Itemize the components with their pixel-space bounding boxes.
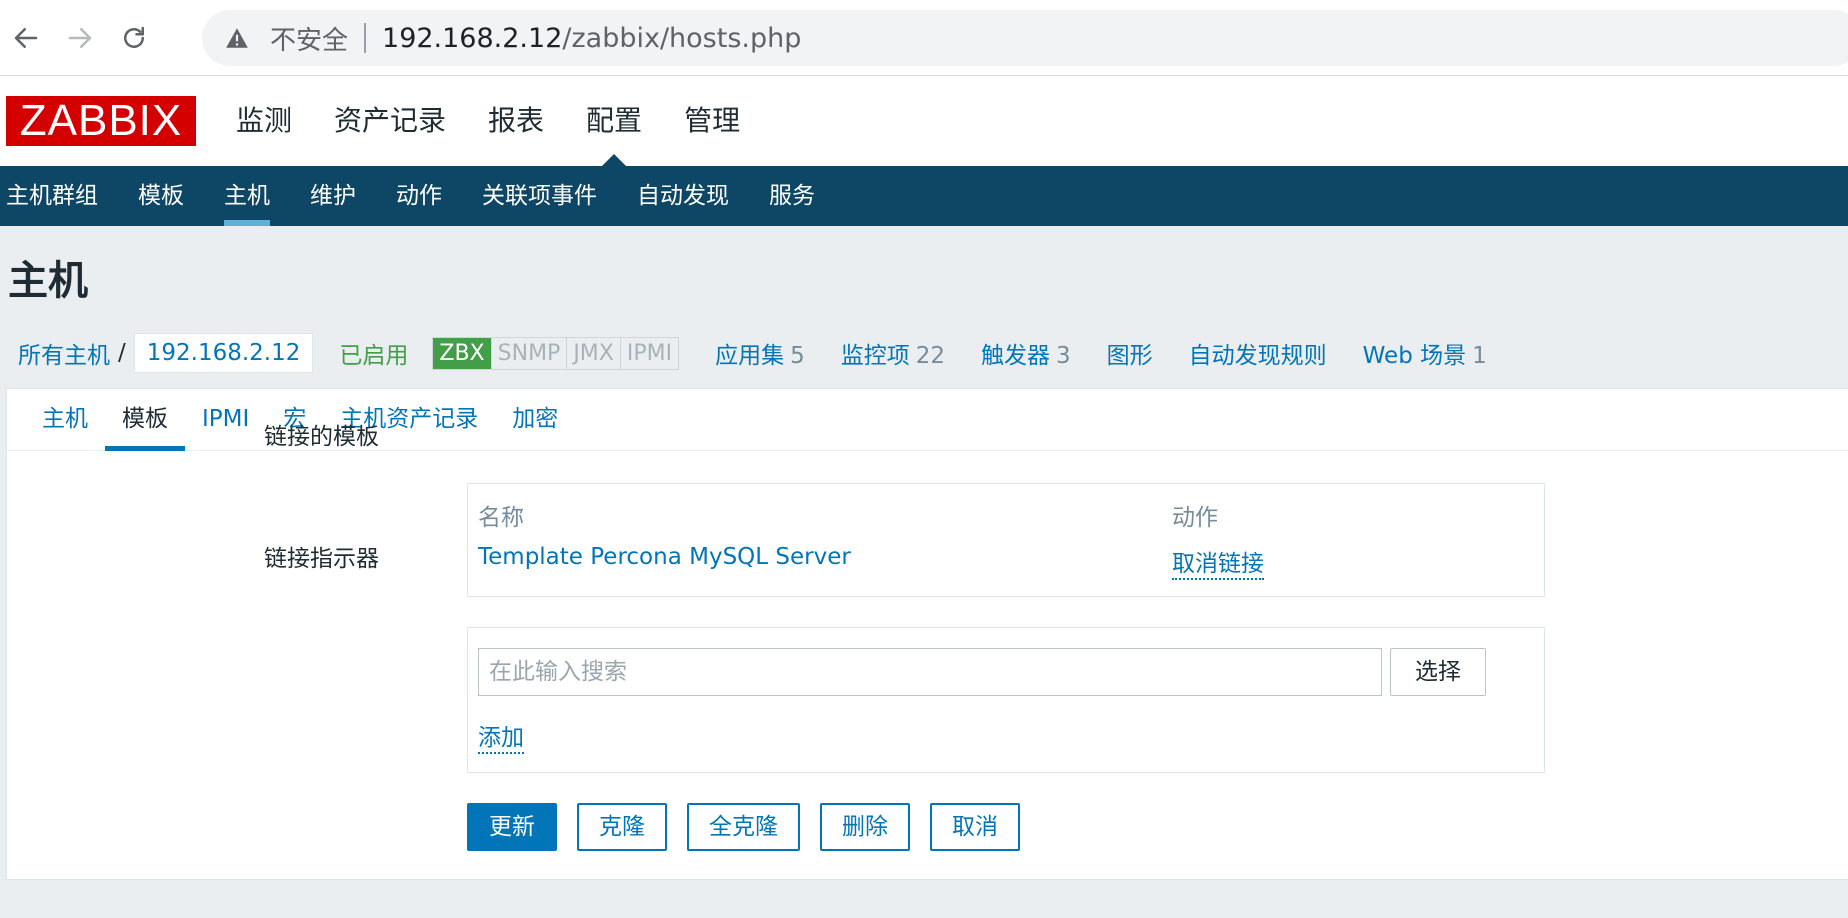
triggers-count: 3 [1056, 343, 1071, 369]
tab-encryption[interactable]: 加密 [495, 389, 575, 450]
reload-icon[interactable] [114, 18, 154, 58]
url-path: /zabbix/hosts.php [562, 22, 802, 54]
address-bar[interactable]: 不安全 192.168.2.12 /zabbix/hosts.php [202, 10, 1848, 66]
delete-button[interactable]: 删除 [820, 803, 910, 851]
template-name-link[interactable]: Template Percona MySQL Server [478, 544, 851, 570]
url-host: 192.168.2.12 [382, 22, 563, 54]
cancel-button[interactable]: 取消 [930, 803, 1020, 851]
zabbix-logo[interactable]: ZABBIX [6, 96, 196, 146]
unlink-link[interactable]: 取消链接 [1172, 544, 1264, 580]
forward-icon[interactable] [60, 18, 100, 58]
browser-toolbar: 不安全 192.168.2.12 /zabbix/hosts.php [0, 0, 1848, 76]
main-menu-monitoring[interactable]: 监测 [236, 76, 292, 166]
web-label: Web 场景 [1362, 343, 1467, 369]
back-icon[interactable] [6, 18, 46, 58]
sub-menu-host-groups[interactable]: 主机群组 [6, 166, 98, 226]
link-indicator-label-text: 链接指示器 [264, 546, 379, 572]
web-count: 1 [1472, 343, 1487, 369]
link-indicator-box: 选择 添加 [467, 627, 1545, 773]
add-link[interactable]: 添加 [478, 718, 524, 754]
tab-host[interactable]: 主机 [25, 389, 105, 450]
discovery-rules-link[interactable]: 自动发现规则 [1189, 336, 1327, 370]
web-scenarios-link[interactable]: Web 场景 1 [1363, 336, 1487, 370]
address-divider [364, 23, 367, 53]
snmp-badge: SNMP [491, 337, 568, 369]
sub-menu-services[interactable]: 服务 [769, 166, 815, 226]
triggers-link[interactable]: 触发器 3 [981, 336, 1071, 370]
items-label: 监控项 [840, 343, 910, 369]
current-host-link[interactable]: 192.168.2.12 [133, 333, 314, 373]
tab-templates[interactable]: 模板 [105, 389, 185, 451]
host-form-panel: 主机 模板 IPMI 宏 主机资产记录 加密 链接的模板 链接指示器 名称 动作… [6, 388, 1848, 880]
column-header-action: 动作 [1172, 505, 1218, 531]
insecure-label: 不安全 [270, 25, 349, 56]
sub-menu: 主机群组 模板 主机 维护 动作 关联项事件 自动发现 服务 [0, 166, 1848, 226]
all-hosts-link[interactable]: 所有主机 [18, 336, 110, 370]
items-link[interactable]: 监控项 22 [841, 336, 945, 370]
form-actions: 更新 克隆 全克隆 删除 取消 [467, 803, 1040, 851]
items-count: 22 [915, 343, 946, 369]
sub-menu-discovery[interactable]: 自动发现 [637, 166, 729, 226]
column-header-name: 名称 [478, 505, 524, 531]
main-menu-reports[interactable]: 报表 [488, 76, 544, 166]
sub-menu-hosts[interactable]: 主机 [224, 166, 270, 226]
availability-indicators: ZBX SNMP JMX IPMI [432, 336, 680, 370]
linked-templates-label-text: 链接的模板 [264, 424, 379, 450]
warning-icon [226, 28, 248, 48]
tab-ipmi[interactable]: IPMI [185, 389, 266, 450]
sub-menu-maintenance[interactable]: 维护 [310, 166, 356, 226]
sub-menu-actions[interactable]: 动作 [396, 166, 442, 226]
main-menu-inventory[interactable]: 资产记录 [334, 76, 446, 166]
main-menu-configuration[interactable]: 配置 [586, 76, 642, 166]
main-menu: 监测 资产记录 报表 配置 管理 [236, 76, 782, 166]
page-title: 主机 [8, 258, 88, 304]
breadcrumb-separator: / [118, 340, 126, 366]
top-header: ZABBIX 监测 资产记录 报表 配置 管理 [0, 76, 1848, 166]
applications-link[interactable]: 应用集 5 [715, 336, 805, 370]
jmx-badge: JMX [567, 337, 621, 369]
select-button[interactable]: 选择 [1390, 648, 1486, 696]
triggers-label: 触发器 [981, 343, 1051, 369]
host-navigation: 所有主机 / 192.168.2.12 已启用 ZBX SNMP JMX IPM… [6, 330, 1487, 376]
clone-button[interactable]: 克隆 [577, 803, 667, 851]
status-enabled[interactable]: 已启用 [339, 336, 408, 370]
update-button[interactable]: 更新 [467, 803, 557, 851]
applications-label: 应用集 [715, 343, 785, 369]
full-clone-button[interactable]: 全克隆 [687, 803, 800, 851]
zbx-badge: ZBX [433, 337, 492, 369]
sub-menu-templates[interactable]: 模板 [138, 166, 184, 226]
sub-menu-correlation[interactable]: 关联项事件 [482, 166, 597, 226]
template-search-input[interactable] [478, 648, 1382, 696]
ipmi-badge: IPMI [620, 337, 679, 369]
main-menu-administration[interactable]: 管理 [684, 76, 740, 166]
linked-templates-table: 名称 动作 Template Percona MySQL Server 取消链接 [467, 483, 1545, 597]
graphs-link[interactable]: 图形 [1107, 336, 1153, 370]
applications-count: 5 [790, 343, 805, 369]
